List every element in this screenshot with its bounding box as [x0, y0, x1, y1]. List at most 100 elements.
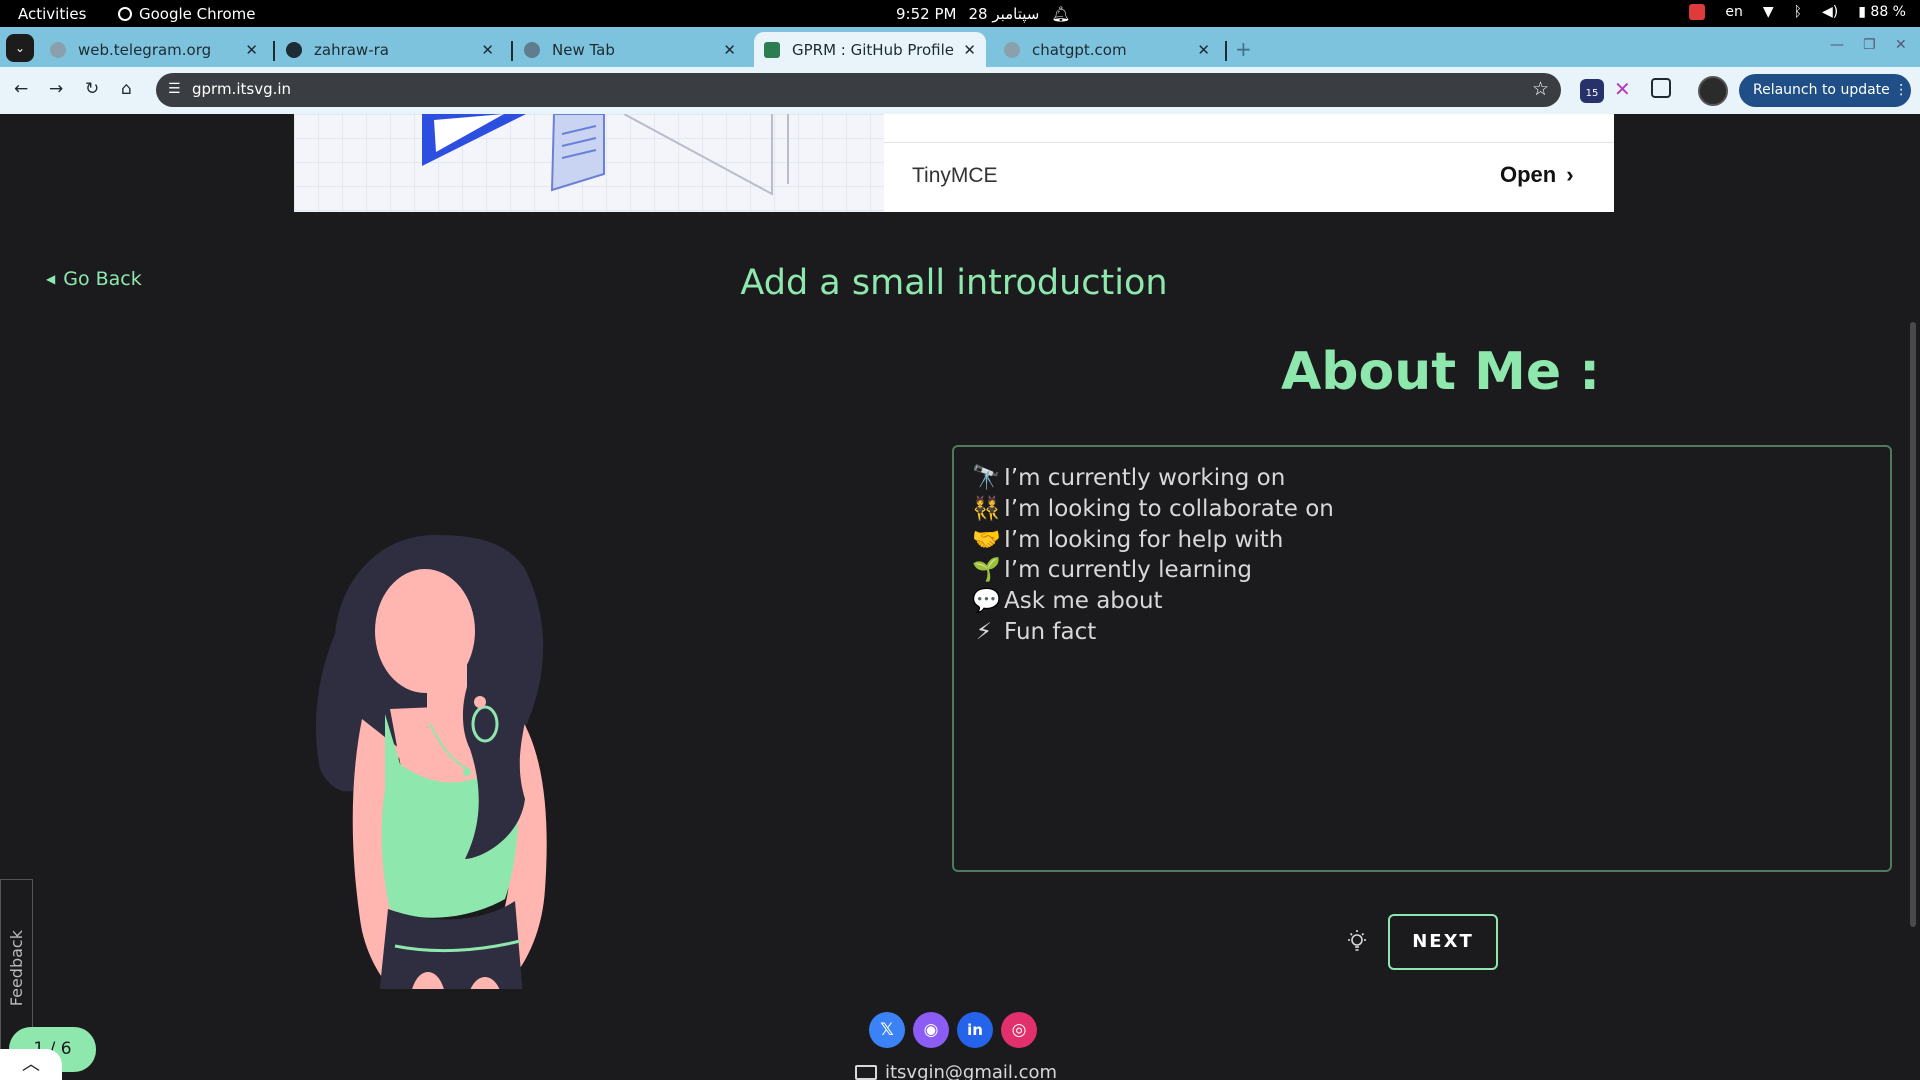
intro-line-text: I’m looking to collaborate on [1004, 495, 1334, 522]
scroll-to-top-button[interactable]: ︿ [0, 1049, 62, 1080]
tab-strip: ⌄ web.telegram.org ✕ zahraw-ra ✕ New Tab… [0, 27, 1920, 67]
tab-divider [1225, 41, 1227, 61]
os-top-bar: Activities Google Chrome 9:52 PM 28 سپتا… [0, 0, 1920, 27]
intro-line: 👯 I’m looking to collaborate on [972, 494, 1872, 525]
new-tab-button[interactable]: + [1235, 37, 1252, 61]
ad-brand: TinyMCE [912, 164, 998, 187]
intro-line-text: I’m looking for help with [1004, 526, 1284, 553]
linkedin-icon[interactable]: in [957, 1012, 993, 1048]
ad-open-link[interactable]: Open › [1500, 162, 1574, 188]
chevron-up-icon: ︿ [22, 1054, 40, 1075]
extension-badge-icon[interactable]: 15 [1580, 79, 1604, 103]
system-tray[interactable]: en ▼ ᛒ ◀) ▮ 88 % [1689, 4, 1906, 20]
people-icon: 👯 [972, 495, 1001, 522]
seedling-icon: 🌱 [972, 557, 1001, 584]
email-text: itsvgin@gmail.com [885, 1062, 1058, 1080]
instagram-icon[interactable]: ◎ [1001, 1012, 1037, 1048]
minimize-icon[interactable]: — [1830, 37, 1844, 53]
close-icon[interactable]: ✕ [481, 41, 494, 59]
introduction-textarea[interactable]: 🔭 I’m currently working on 👯 I’m looking… [952, 445, 1892, 872]
tab-chatgpt[interactable]: chatgpt.com ✕ [994, 32, 1220, 67]
browser-toolbar: ← → ↻ ⌂ ☰ gprm.itsvg.in ☆ 15 ✕ Relaunch … [0, 67, 1920, 114]
tab-new-tab[interactable]: New Tab ✕ [514, 32, 746, 67]
intro-line: 🤝 I’m looking for help with [972, 525, 1872, 556]
tab-title: web.telegram.org [78, 40, 212, 59]
globe-icon [50, 41, 66, 58]
clock-date: 28 سپتامبر [968, 5, 1040, 23]
tab-search-button[interactable]: ⌄ [6, 34, 34, 62]
intro-line-text: Ask me about [1004, 588, 1163, 615]
language-indicator[interactable]: en [1725, 4, 1743, 20]
intro-line-text: Fun fact [1004, 618, 1097, 645]
relaunch-label: Relaunch to update [1753, 82, 1890, 98]
tab-title: chatgpt.com [1032, 40, 1127, 59]
page-content: TinyMCE Open › ◀ Go Back Add a small int… [0, 114, 1920, 1080]
tab-github[interactable]: zahraw-ra ✕ [276, 32, 504, 67]
ad-divider [884, 142, 1614, 143]
github-icon[interactable]: ◉ [913, 1012, 949, 1048]
clock[interactable]: 9:52 PM 28 سپتامبر 🔔︎ [896, 5, 1070, 23]
app-menu[interactable]: Google Chrome [118, 5, 256, 23]
woman-illustration [315, 535, 547, 989]
extensions-puzzle-icon[interactable] [1651, 78, 1671, 98]
intro-line-text: I’m currently working on [1004, 465, 1286, 491]
activities-button[interactable]: Activities [18, 5, 86, 23]
window-close-icon[interactable]: ✕ [1895, 37, 1907, 53]
volume-icon: ◀) [1822, 4, 1839, 20]
close-icon[interactable]: ✕ [963, 41, 976, 59]
speech-bubble-icon: 💬 [972, 588, 1001, 615]
tab-title: New Tab [552, 40, 615, 59]
ad-illustration-graphic [422, 114, 789, 196]
page-scrollbar[interactable] [1910, 322, 1916, 927]
clock-time: 9:52 PM [896, 5, 957, 23]
maximize-icon[interactable]: ❐ [1863, 37, 1876, 53]
email-link[interactable]: itsvgin@gmail.com [855, 1062, 1057, 1080]
home-icon[interactable]: ⌂ [121, 79, 132, 99]
tab-divider [511, 41, 513, 61]
intro-line: ⚡ Fun fact [972, 617, 1872, 648]
profile-avatar[interactable] [1698, 76, 1728, 106]
ad-open-label: Open [1500, 162, 1557, 187]
battery-level: 88 % [1870, 4, 1906, 20]
github-icon [286, 41, 302, 58]
reload-icon[interactable]: ↻ [85, 79, 99, 99]
ad-illustration [294, 114, 884, 212]
bluetooth-icon: ᛒ [1793, 4, 1803, 20]
intro-line: 🔭 I’m currently working on [972, 463, 1872, 494]
screen-share-icon [1689, 4, 1706, 20]
tab-title: GPRM : GitHub Profile R [792, 40, 958, 59]
back-icon[interactable]: ← [14, 79, 28, 99]
close-icon[interactable]: ✕ [723, 41, 736, 59]
lightbulb-icon[interactable] [1345, 929, 1369, 953]
feedback-label: Feedback [7, 930, 26, 1007]
relaunch-button[interactable]: Relaunch to update ⋮ [1739, 74, 1911, 107]
intro-line: 💬 Ask me about [972, 586, 1872, 617]
lightning-icon: ⚡ [975, 618, 993, 645]
address-bar[interactable]: ☰ gprm.itsvg.in ☆ [156, 73, 1561, 107]
x-icon[interactable]: 𝕏 [869, 1012, 905, 1048]
chevron-right-icon: › [1566, 162, 1574, 187]
forward-icon[interactable]: → [49, 79, 63, 99]
tab-telegram[interactable]: web.telegram.org ✕ [40, 32, 268, 67]
app-name: Google Chrome [139, 5, 256, 23]
site-info-icon[interactable]: ☰ [168, 81, 181, 97]
tab-gprm[interactable]: GPRM : GitHub Profile R ✕ [754, 32, 986, 67]
url-text[interactable]: gprm.itsvg.in [192, 80, 291, 98]
close-icon[interactable]: ✕ [245, 41, 258, 59]
globe-icon [1004, 41, 1020, 58]
envelope-icon [855, 1065, 877, 1080]
intro-line: 🌱 I’m currently learning [972, 555, 1872, 586]
intro-line-text: I’m currently learning [1004, 557, 1252, 584]
handshake-icon: 🤝 [972, 526, 1001, 553]
extension-badge-count: 15 [1585, 88, 1599, 99]
next-button[interactable]: NEXT [1388, 914, 1498, 970]
chrome-app-icon [118, 7, 132, 21]
advertisement-banner[interactable]: TinyMCE Open › [294, 114, 1614, 212]
about-me-heading: About Me : [1281, 342, 1601, 402]
chrome-icon [524, 41, 540, 58]
close-icon[interactable]: ✕ [1197, 41, 1210, 59]
battery-indicator: ▮ 88 % [1858, 4, 1906, 20]
telescope-icon: 🔭 [972, 465, 1001, 491]
bookmark-star-icon[interactable]: ☆ [1532, 78, 1549, 100]
extension-x-icon[interactable]: ✕ [1614, 77, 1631, 101]
